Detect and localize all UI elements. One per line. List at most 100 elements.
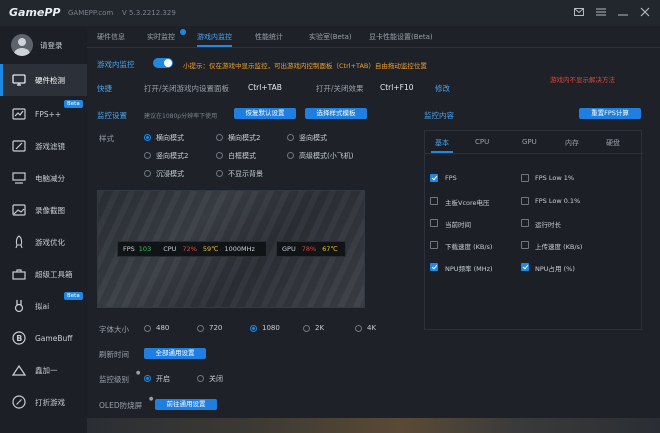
overlay-fps-label: FPS <box>123 245 135 253</box>
restore-default-button[interactable]: 恢复默认设置 <box>234 108 296 119</box>
monitor-icon <box>11 72 27 88</box>
sidebar: 请登录 硬件检测 FPS++ Beta 游戏滤镜 电脑减分 录像截图 游戏优化 … <box>0 26 87 433</box>
style-radio[interactable] <box>144 152 151 159</box>
sidebar-item-optimize[interactable]: 游戏优化 <box>0 226 87 258</box>
tab-gpu-settings[interactable]: 显卡性能设置(Beta) <box>369 32 433 42</box>
style-radio[interactable] <box>216 134 223 141</box>
tab-basic[interactable]: 基本 <box>435 138 449 148</box>
checkbox-vcore[interactable] <box>430 197 438 205</box>
checkbox-label: 主板Vcore电压 <box>445 199 490 207</box>
font-size-radio[interactable] <box>144 325 151 332</box>
overlay-gpu-label: GPU <box>282 245 296 253</box>
sidebar-item-plus[interactable]: 鑫加一 <box>0 354 87 386</box>
tab-realtime-monitor[interactable]: 实时监控 <box>147 32 175 42</box>
ingame-monitor-toggle[interactable] <box>153 58 173 68</box>
sidebar-item-label: 打折游戏 <box>35 397 65 407</box>
overlay-fps-value: 103 <box>138 245 152 253</box>
sidebar-item-discount[interactable]: 打折游戏 <box>0 386 87 418</box>
overlay-cpu-freq: 1000MHz <box>224 245 255 253</box>
checkbox-npu-usage[interactable] <box>521 263 529 271</box>
close-icon[interactable] <box>637 4 653 20</box>
sidebar-item-label: 游戏滤镜 <box>35 141 65 151</box>
avatar[interactable] <box>11 34 33 56</box>
sidebar-item-screenshot[interactable]: 录像截图 <box>0 194 87 226</box>
checkbox-label: 当前时间 <box>445 221 471 229</box>
sidebar-item-label: 拟ai <box>35 301 50 311</box>
shortcut2-key[interactable]: Ctrl+F10 <box>380 83 414 92</box>
checkbox-label: NPU频率 (MHz) <box>445 265 493 273</box>
sidebar-item-computer[interactable]: 电脑减分 <box>0 162 87 194</box>
checkbox-fps[interactable] <box>430 174 438 182</box>
style-radio[interactable] <box>287 152 294 159</box>
style-radio[interactable] <box>287 134 294 141</box>
sidebar-item-ai[interactable]: 拟ai Beta <box>0 290 87 322</box>
font-size-option-label: 4K <box>367 324 377 332</box>
checkbox-label: NPU占用 (%) <box>535 265 575 273</box>
tab-gpu[interactable]: GPU <box>522 138 537 146</box>
style-radio[interactable] <box>216 170 223 177</box>
info-icon: ● <box>136 370 141 376</box>
user-panel[interactable]: 请登录 <box>0 28 87 62</box>
font-size-radio[interactable] <box>303 325 310 332</box>
general-settings-button[interactable]: 全部通用设置 <box>144 348 206 359</box>
checkbox-fps-low-01[interactable] <box>521 197 529 205</box>
style-option-label: 竖向模式2 <box>156 152 189 160</box>
template-button[interactable]: 选择样式模板 <box>305 108 367 119</box>
tab-hardware-info[interactable]: 硬件信息 <box>97 32 125 42</box>
shortcut1-key[interactable]: Ctrl+TAB <box>248 83 282 92</box>
shortcut1-label: 打开/关闭游戏内设置面板 <box>144 84 230 93</box>
tab-ingame-monitor[interactable]: 游戏内监控 <box>197 32 232 47</box>
sidebar-item-label: GameBuff <box>35 333 73 343</box>
modify-link[interactable]: 修改 <box>435 83 450 94</box>
checkbox-current-time[interactable] <box>430 219 438 227</box>
font-size-radio[interactable] <box>197 325 204 332</box>
mail-icon[interactable] <box>571 4 587 20</box>
style-radio[interactable] <box>216 152 223 159</box>
overlay-cpu-box: FPS 103 CPU 72% 59℃ 1000MHz <box>117 241 267 257</box>
checkbox-upload[interactable] <box>521 241 529 249</box>
checkbox-runtime[interactable] <box>521 219 529 227</box>
reset-fps-button[interactable]: 重置FPS计算 <box>579 108 641 119</box>
sidebar-item-label: 录像截图 <box>35 205 65 215</box>
tab-disk[interactable]: 硬盘 <box>606 138 620 148</box>
display-fix-link[interactable]: 游戏内不显示解决方法 <box>550 74 615 84</box>
monitor-level-radio[interactable] <box>144 375 151 382</box>
sidebar-item-filter[interactable]: 游戏滤镜 <box>0 130 87 162</box>
settings-title: 监控设置 <box>97 111 127 120</box>
style-radio[interactable] <box>144 170 151 177</box>
sidebar-item-hardware[interactable]: 硬件检测 <box>0 64 87 96</box>
title-bar: GamePP GAMEPP.com V 5.3.2212.329 <box>0 0 660 26</box>
sidebar-item-label: FPS++ <box>35 109 62 119</box>
checkbox-label: FPS <box>445 174 457 182</box>
style-option-label: 竖向模式 <box>299 134 327 142</box>
tab-lab[interactable]: 实验室(Beta) <box>309 32 352 42</box>
tab-bar: 硬件信息 实时监控 游戏内监控 性能统计 实验室(Beta) 显卡性能设置(Be… <box>87 26 660 48</box>
app-logo: GamePP <box>9 6 61 19</box>
tab-cpu[interactable]: CPU <box>475 138 489 146</box>
monitor-level-radio[interactable] <box>197 375 204 382</box>
main-panel: 硬件信息 实时监控 游戏内监控 性能统计 实验室(Beta) 显卡性能设置(Be… <box>87 26 660 433</box>
goto-general-settings-button[interactable]: 前往通用设置 <box>155 399 217 410</box>
plus-icon <box>11 362 27 378</box>
ingame-monitor-label: 游戏内监控 <box>97 60 135 69</box>
login-label[interactable]: 请登录 <box>40 40 63 51</box>
menu-icon[interactable] <box>593 4 609 20</box>
sidebar-item-gamebuff[interactable]: B GameBuff <box>0 322 87 354</box>
version-label: V 5.3.2212.329 <box>122 9 176 17</box>
checkbox-npu-freq[interactable] <box>430 263 438 271</box>
checkbox-fps-low-1[interactable] <box>521 174 529 182</box>
sidebar-item-fps[interactable]: FPS++ Beta <box>0 98 87 130</box>
style-radio[interactable] <box>144 134 151 141</box>
font-size-radio[interactable] <box>250 325 257 332</box>
tab-performance-stats[interactable]: 性能统计 <box>255 32 283 42</box>
tab-memory[interactable]: 内存 <box>565 138 579 148</box>
monitor-level-option-label: 关闭 <box>209 375 223 383</box>
checkbox-download[interactable] <box>430 241 438 249</box>
sidebar-item-label: 电脑减分 <box>35 173 65 183</box>
style-label: 样式 <box>99 134 114 143</box>
overlay-cpu-load: 72% <box>182 245 197 253</box>
sidebar-item-toolbox[interactable]: 超级工具箱 <box>0 258 87 290</box>
monitor-content-title: 监控内容 <box>424 111 454 120</box>
minimize-icon[interactable] <box>615 4 631 20</box>
font-size-radio[interactable] <box>355 325 362 332</box>
